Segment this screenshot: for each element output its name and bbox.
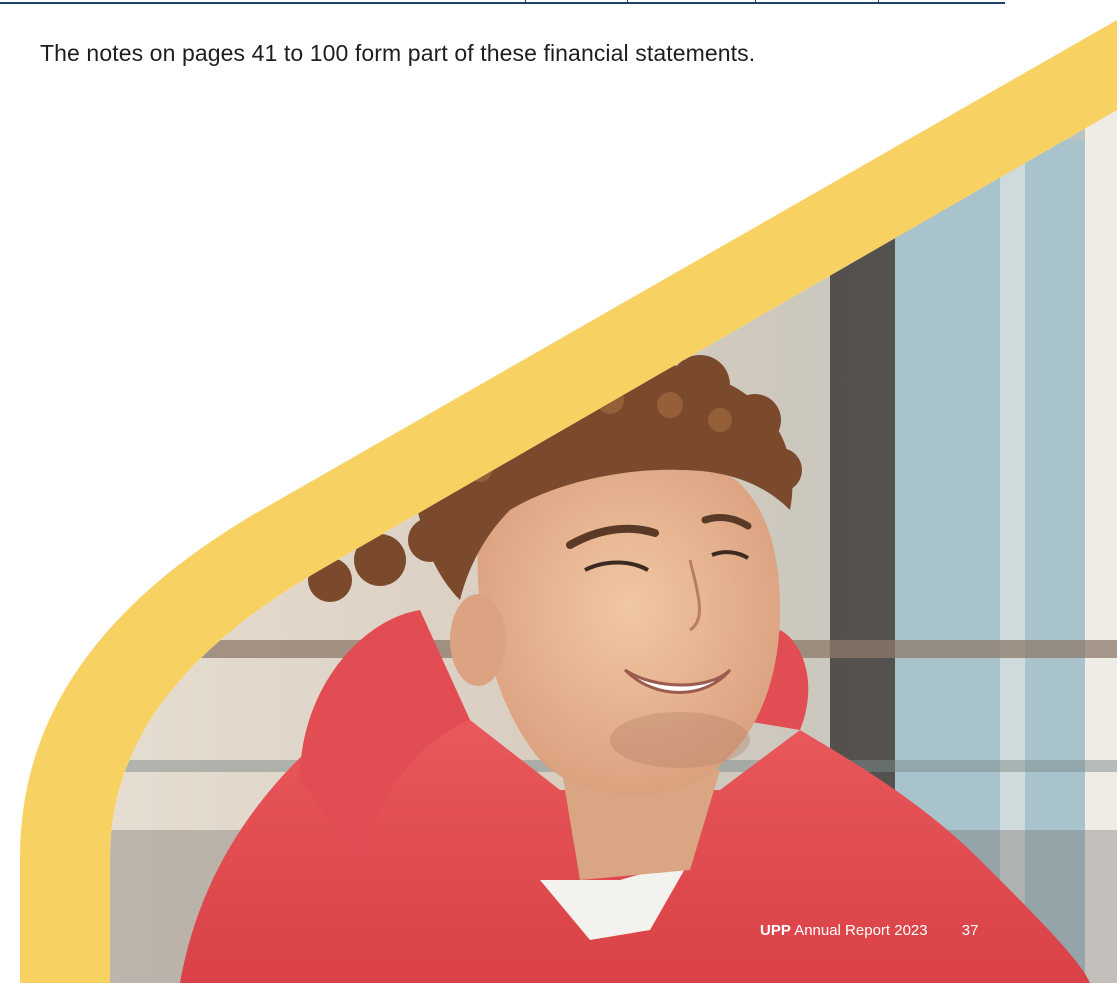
- page-number: 37: [961, 922, 979, 939]
- page-footer: UPP Annual Report 2023 37: [760, 922, 978, 939]
- footer-brand: UPP: [760, 922, 791, 939]
- footer-title: Annual Report 2023: [794, 922, 928, 939]
- cover-graphic: [20, 20, 1117, 983]
